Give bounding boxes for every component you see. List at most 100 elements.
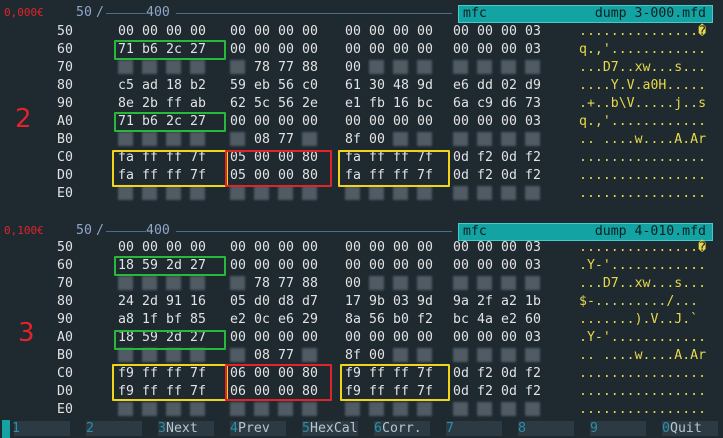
hex-byte[interactable]: d8 [278,293,294,311]
hex-byte[interactable]: 2b [142,95,158,113]
hex-byte[interactable]: 00 [453,257,469,275]
hex-byte[interactable]: 00 [345,113,361,131]
hex-byte[interactable]: 73 [525,95,541,113]
hex-byte[interactable]: c0 [302,77,318,95]
hex-byte[interactable] [453,59,468,77]
fkey-number[interactable]: 7 [446,420,454,438]
hex-byte[interactable]: 00 [417,329,433,347]
hex-byte[interactable]: d7 [302,293,318,311]
hex-byte[interactable]: 00 [369,23,385,41]
hex-byte[interactable]: 29 [302,311,318,329]
hex-byte[interactable]: 00 [477,257,493,275]
fkey-number[interactable]: 9 [590,420,598,438]
hex-byte[interactable]: 00 [477,329,493,347]
hex-byte[interactable]: 00 [166,23,182,41]
hex-byte[interactable]: 00 [393,41,409,59]
fkey-label-quit[interactable]: Quit [670,420,702,438]
hex-byte[interactable] [501,275,516,293]
hex-byte[interactable] [278,401,293,419]
hex-byte[interactable]: 00 [477,23,493,41]
hex-row[interactable]: E0................ [0,185,723,203]
hex-byte[interactable] [453,131,468,149]
hex-byte[interactable] [166,185,181,203]
fkey-slot[interactable] [446,421,502,436]
hex-byte[interactable]: 00 [302,257,318,275]
hex-byte[interactable]: e6 [453,77,469,95]
fkey-label-next[interactable]: Next [166,420,198,438]
hex-byte[interactable]: f2 [525,365,541,383]
hex-byte[interactable]: 9a [453,293,469,311]
hex-byte[interactable]: c9 [477,95,493,113]
hex-byte[interactable] [230,347,245,365]
hex-byte[interactable]: 00 [477,239,493,257]
hex-byte[interactable] [417,59,432,77]
hex-byte[interactable]: 6a [453,95,469,113]
hex-byte[interactable] [417,185,432,203]
hex-byte[interactable]: f2 [417,311,433,329]
hex-byte[interactable]: 00 [166,239,182,257]
hex-byte[interactable]: 05 [230,293,246,311]
hex-byte[interactable]: 03 [525,23,541,41]
hex-byte[interactable] [477,131,492,149]
hex-byte[interactable] [254,401,269,419]
hex-byte[interactable]: 2d [142,293,158,311]
hex-byte[interactable]: 00 [118,239,134,257]
hex-byte[interactable]: f2 [477,365,493,383]
hex-byte[interactable]: 00 [369,131,385,149]
hex-byte[interactable]: 77 [278,275,294,293]
hex-byte[interactable]: 8f [345,347,361,365]
hex-byte[interactable]: b2 [190,77,206,95]
hex-byte[interactable] [118,401,133,419]
hex-row[interactable]: 80 24 2d 91 16 05 d0 d8 d7 17 9b 03 9d 9a 2f a2 1b $-....… [0,293,723,311]
hex-byte[interactable]: 00 [230,257,246,275]
hex-byte[interactable] [501,401,516,419]
hex-byte[interactable] [453,347,468,365]
hex-byte[interactable]: 2e [302,95,318,113]
hex-byte[interactable]: 4a [477,311,493,329]
hex-byte[interactable] [118,131,133,149]
hex-byte[interactable]: 00 [477,41,493,59]
hex-byte[interactable] [477,185,492,203]
hex-byte[interactable]: 08 [254,131,270,149]
hex-byte[interactable]: 62 [230,95,246,113]
hex-byte[interactable]: 03 [393,293,409,311]
hex-byte[interactable]: 0d [501,149,517,167]
hex-byte[interactable]: 00 [190,239,206,257]
hex-byte[interactable]: 2f [477,293,493,311]
hex-byte[interactable] [525,59,540,77]
hex-byte[interactable]: 00 [501,113,517,131]
hex-byte[interactable] [190,275,205,293]
hex-byte[interactable]: fb [369,95,385,113]
hex-byte[interactable] [477,347,492,365]
hex-row[interactable]: A0 71 b6 2c 27 00 00 00 00 00 00 00 00 00 00 00 03 q.,'..… [0,113,723,131]
hex-byte[interactable]: 00 [254,257,270,275]
hex-byte[interactable]: f2 [525,149,541,167]
hex-byte[interactable]: 77 [278,59,294,77]
hex-byte[interactable]: 00 [302,329,318,347]
hex-byte[interactable]: 03 [525,329,541,347]
fkey-slot[interactable] [86,421,142,436]
hex-byte[interactable]: 00 [254,113,270,131]
hex-byte[interactable]: 00 [393,257,409,275]
hex-byte[interactable]: 00 [501,239,517,257]
hex-byte[interactable]: 8a [345,311,361,329]
hex-byte[interactable]: 00 [254,239,270,257]
hex-byte[interactable] [166,401,181,419]
fkey-number[interactable]: 2 [86,420,94,438]
hex-byte[interactable]: 00 [345,239,361,257]
hex-byte[interactable]: 48 [393,77,409,95]
hex-byte[interactable]: 03 [525,113,541,131]
hex-byte[interactable]: 00 [417,41,433,59]
hex-byte[interactable]: 00 [369,329,385,347]
hex-byte[interactable] [453,275,468,293]
hex-row[interactable]: B0 08 77 8f 00 .. ....w....A.Ar [0,347,723,365]
hex-byte[interactable]: 00 [393,23,409,41]
hex-byte[interactable]: 8f [345,131,361,149]
hex-byte[interactable]: d9 [525,77,541,95]
hex-byte[interactable]: 00 [369,41,385,59]
hex-byte[interactable]: e6 [278,311,294,329]
hex-byte[interactable]: 88 [302,59,318,77]
hex-byte[interactable] [302,131,317,149]
hex-byte[interactable] [477,59,492,77]
hex-byte[interactable] [525,347,540,365]
